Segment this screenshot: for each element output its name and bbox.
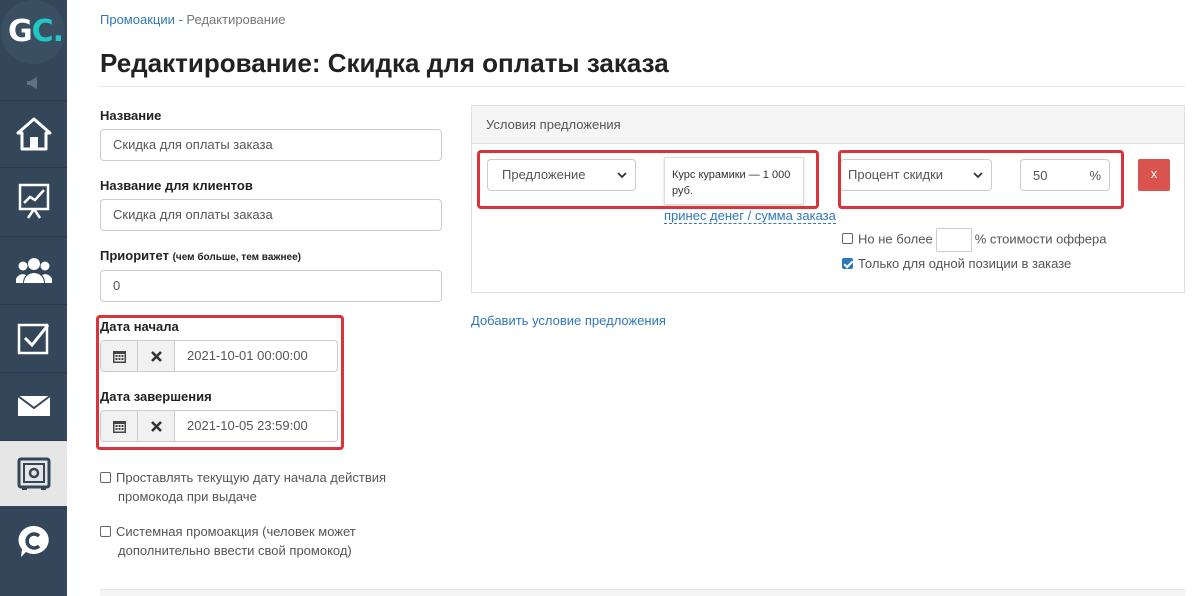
max-percent-prefix: Но не более	[858, 231, 933, 247]
home-icon	[16, 117, 51, 150]
start-date-label: Дата начала	[100, 319, 179, 334]
sidebar-item-chat[interactable]	[0, 508, 67, 574]
end-date-label: Дата завершения	[100, 389, 212, 404]
sidebar-item-users[interactable]	[0, 236, 67, 302]
close-icon	[150, 420, 162, 432]
megaphone-icon[interactable]	[0, 68, 67, 98]
name-label: Название	[100, 108, 162, 123]
conditions-title: Условия предложения	[472, 106, 1184, 144]
breadcrumb: Промоакции - Редактирование	[100, 12, 285, 27]
client-name-label: Название для клиентов	[100, 178, 253, 193]
discount-highlight-box	[838, 150, 1124, 209]
offer-highlight-box	[477, 150, 819, 209]
max-percent-suffix: % стоимости оффера	[974, 231, 1107, 247]
safe-icon	[17, 457, 50, 490]
system-promo-option: Системная промоакция (человек может допо…	[100, 522, 356, 560]
breadcrumb-separator: -	[174, 12, 187, 27]
end-calendar-button[interactable]	[101, 411, 138, 441]
current-date-checkbox[interactable]	[100, 472, 111, 483]
single-position-option: Только для одной позиции в заказе	[842, 254, 1071, 273]
system-promo-line1: Системная промоакция (человек может	[116, 524, 356, 539]
name-input[interactable]: Скидка для оплаты заказа	[100, 129, 442, 161]
sidebar-item-stats[interactable]	[0, 167, 67, 233]
sidebar-item-tasks[interactable]	[0, 304, 67, 370]
start-date-input[interactable]: 2021-10-01 00:00:00	[175, 341, 337, 371]
users-icon	[15, 257, 52, 283]
start-calendar-button[interactable]	[101, 341, 138, 371]
breadcrumb-promo-link[interactable]: Промоакции	[100, 12, 175, 27]
calendar-icon	[112, 350, 126, 363]
single-position-checkbox[interactable]	[842, 258, 853, 269]
max-percent-checkbox[interactable]	[842, 233, 853, 245]
sidebar: GC.	[0, 0, 67, 596]
start-date-group: 2021-10-01 00:00:00	[100, 340, 338, 372]
sidebar-item-mail[interactable]	[0, 372, 67, 438]
sidebar-item-promo[interactable]	[0, 440, 67, 506]
delete-condition-button[interactable]: x	[1138, 159, 1170, 191]
system-promo-line2: дополнительно ввести свой промокод)	[118, 543, 352, 558]
priority-hint: (чем больше, тем важнее)	[172, 252, 301, 263]
priority-label: Приоритет (чем больше, тем важнее)	[100, 248, 301, 263]
bottom-panel-edge	[100, 589, 1185, 596]
chat-icon	[17, 525, 49, 557]
sidebar-item-home[interactable]	[0, 100, 67, 166]
chart-board-icon	[18, 183, 49, 219]
add-condition-link[interactable]: Добавить условие предложения	[471, 313, 666, 328]
system-promo-checkbox[interactable]	[100, 526, 111, 537]
close-icon	[150, 350, 162, 362]
end-clear-button[interactable]	[138, 411, 175, 441]
title-divider	[100, 86, 1185, 87]
page-title: Редактирование: Скидка для оплаты заказа	[100, 48, 669, 78]
start-clear-button[interactable]	[138, 341, 175, 371]
mail-icon	[16, 394, 51, 416]
max-percent-option: Но не более % стоимости оффера	[842, 228, 1106, 252]
logo[interactable]: GC.	[0, 0, 67, 66]
current-date-option: Проставлять текущую дату начала действия…	[100, 468, 386, 506]
amount-type-link[interactable]: принес денег / сумма заказа	[664, 208, 836, 224]
calendar-icon	[112, 420, 126, 433]
single-position-label: Только для одной позиции в заказе	[858, 256, 1072, 271]
checkbox-icon	[17, 323, 49, 354]
breadcrumb-current: Редактирование	[186, 12, 286, 27]
current-date-line2: промокода при выдаче	[118, 489, 257, 504]
end-date-group: 2021-10-05 23:59:00	[100, 410, 338, 442]
max-percent-input[interactable]	[935, 228, 972, 252]
client-name-input[interactable]: Скидка для оплаты заказа	[100, 199, 442, 231]
priority-input[interactable]: 0	[100, 270, 442, 302]
end-date-input[interactable]: 2021-10-05 23:59:00	[175, 411, 337, 441]
logo-text: GC.	[8, 14, 64, 49]
current-date-line1: Проставлять текущую дату начала действия	[116, 470, 387, 485]
